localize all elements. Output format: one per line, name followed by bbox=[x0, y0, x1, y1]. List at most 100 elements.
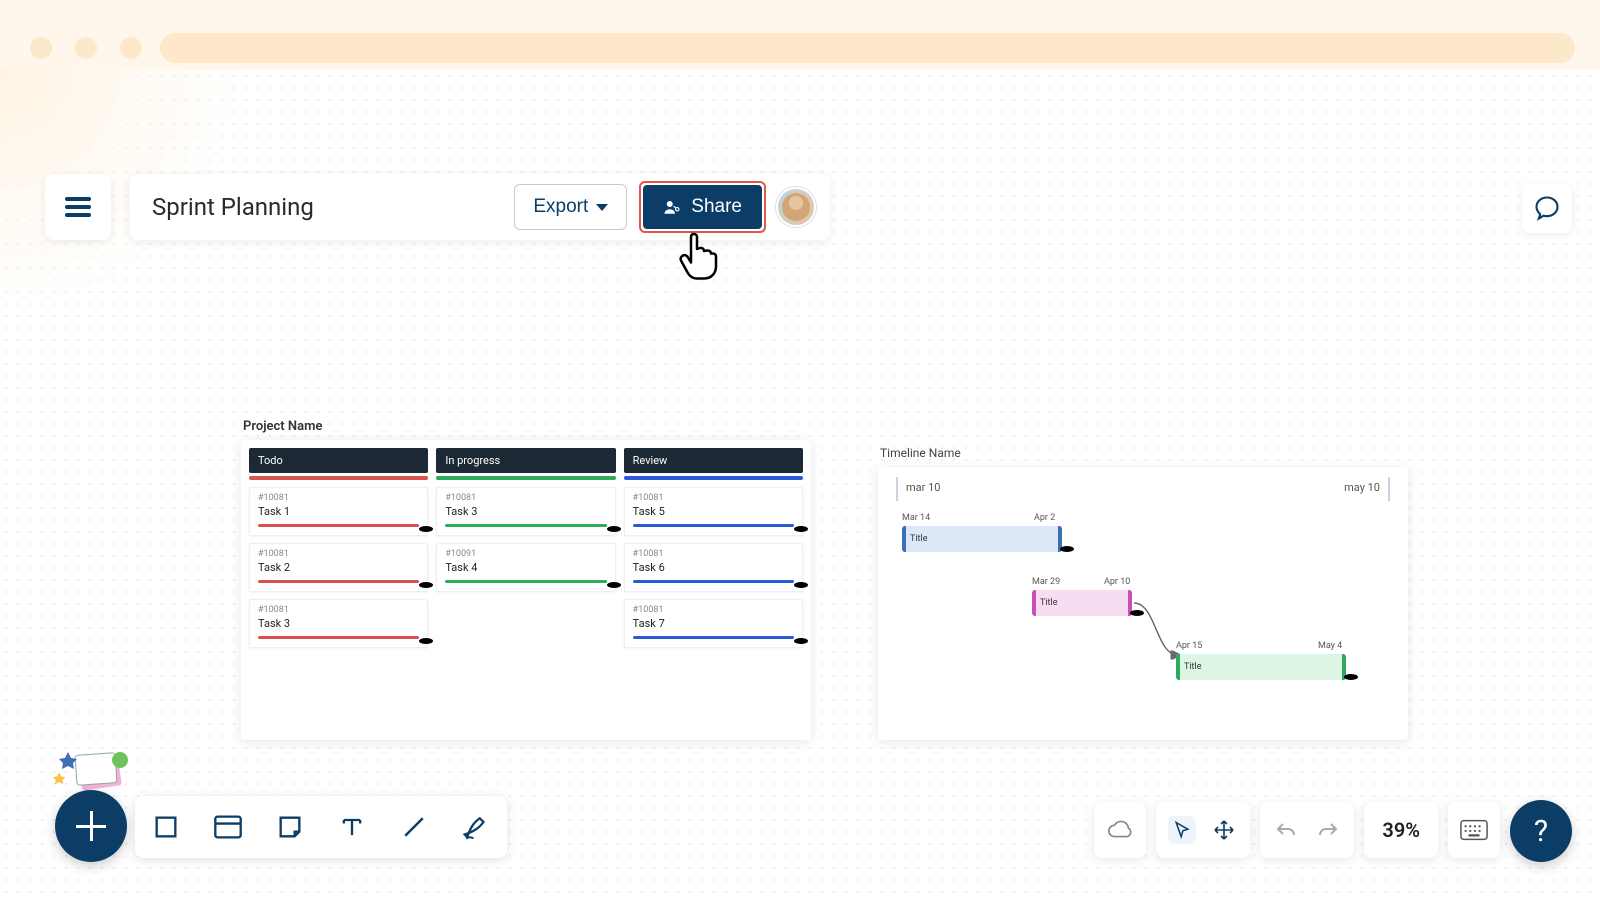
card-title: Task 5 bbox=[633, 505, 794, 518]
zoom-level[interactable]: 39% bbox=[1376, 818, 1426, 842]
timeline-axis: mar 10 may 10 bbox=[896, 477, 1390, 501]
card-tool[interactable] bbox=[211, 810, 245, 844]
database-icon bbox=[605, 581, 623, 599]
card-db-icon bbox=[605, 525, 623, 543]
document-title[interactable]: Sprint Planning bbox=[152, 193, 514, 221]
card-db-icon bbox=[792, 525, 810, 543]
kanban-project-label: Project Name bbox=[243, 419, 322, 434]
timeline-bar[interactable]: Title bbox=[1176, 654, 1346, 680]
export-button[interactable]: Export bbox=[514, 184, 627, 230]
card-title: Task 4 bbox=[445, 561, 606, 574]
pen-tool[interactable] bbox=[459, 810, 493, 844]
window-dot bbox=[120, 37, 142, 59]
card-stripe bbox=[445, 524, 606, 527]
timeline[interactable]: mar 10 may 10 Mar 14Apr 2TitleMar 29Apr … bbox=[878, 467, 1408, 740]
help-button[interactable]: ? bbox=[1510, 800, 1572, 862]
redo-icon bbox=[1316, 820, 1340, 840]
column-stripe bbox=[249, 476, 428, 480]
square-icon bbox=[152, 813, 180, 841]
text-tool[interactable] bbox=[335, 810, 369, 844]
kanban-column[interactable]: Review #10081 Task 5 #10081 Task 6 #10081Task… bbox=[624, 448, 803, 732]
axis-end-label: may 10 bbox=[1344, 481, 1380, 494]
menu-button[interactable] bbox=[45, 174, 111, 240]
hamburger-icon bbox=[65, 197, 91, 217]
card-stripe bbox=[445, 580, 606, 583]
select-tool[interactable] bbox=[1168, 816, 1196, 844]
sticky-note-tool[interactable] bbox=[273, 810, 307, 844]
browser-tab-band bbox=[0, 0, 1600, 70]
card-stripe bbox=[258, 636, 419, 639]
canvas[interactable]: Sprint Planning Export Share Project Nam… bbox=[0, 70, 1600, 900]
card-title: Task 3 bbox=[445, 505, 606, 518]
card-icon bbox=[213, 813, 243, 841]
share-person-icon bbox=[663, 198, 681, 216]
database-icon bbox=[792, 581, 810, 599]
kanban-card[interactable]: #10081 Task 5 bbox=[624, 487, 803, 536]
timeline-bar[interactable]: Title bbox=[1032, 590, 1132, 616]
card-id: #10081 bbox=[633, 549, 794, 559]
kanban-card[interactable]: #10081Task 7 bbox=[624, 599, 803, 648]
card-stripe bbox=[258, 580, 419, 583]
timeline-bar[interactable]: Title bbox=[902, 526, 1062, 552]
cloud-icon bbox=[1106, 818, 1134, 842]
card-db-icon bbox=[417, 581, 435, 599]
bar-end-date: Apr 2 bbox=[1034, 513, 1055, 523]
keyboard-shortcuts-button[interactable] bbox=[1460, 816, 1488, 844]
card-id: #10081 bbox=[633, 605, 794, 615]
bar-db-icon bbox=[1058, 545, 1076, 563]
card-title: Task 2 bbox=[258, 561, 419, 574]
window-dot bbox=[75, 37, 97, 59]
kanban-card[interactable]: #10081 Task 1 bbox=[249, 487, 428, 536]
browser-address-placeholder bbox=[160, 33, 1575, 63]
bar-db-icon bbox=[1128, 609, 1146, 627]
card-title: Task 1 bbox=[258, 505, 419, 518]
card-id: #10091 bbox=[445, 549, 606, 559]
rectangle-tool[interactable] bbox=[149, 810, 183, 844]
add-button[interactable] bbox=[55, 790, 127, 862]
kanban-column-header: Review bbox=[624, 448, 803, 473]
card-id: #10081 bbox=[258, 605, 419, 615]
card-db-icon bbox=[792, 581, 810, 599]
database-icon bbox=[605, 525, 623, 543]
share-highlight-box: Share bbox=[639, 181, 766, 233]
kanban-card[interactable]: #10081Task 3 bbox=[436, 487, 615, 536]
kanban-card[interactable]: #10081 Task 2 bbox=[249, 543, 428, 592]
undo-button[interactable] bbox=[1272, 816, 1300, 844]
kanban-card[interactable]: #10091 Task 4 bbox=[436, 543, 615, 592]
export-label: Export bbox=[533, 196, 588, 218]
card-db-icon bbox=[792, 637, 810, 655]
line-icon bbox=[399, 812, 429, 842]
header-bar: Sprint Planning Export Share bbox=[130, 174, 830, 240]
kanban-column[interactable]: Todo#10081Task 1#10081Task 2#10081Task 3 bbox=[249, 448, 428, 732]
bar-start-date: Mar 29 bbox=[1032, 577, 1060, 587]
pan-tool[interactable] bbox=[1210, 816, 1238, 844]
kanban-card[interactable]: #10081 Task 6 bbox=[624, 543, 803, 592]
card-stripe bbox=[633, 580, 794, 583]
help-label: ? bbox=[1534, 814, 1548, 849]
comments-button[interactable] bbox=[1522, 183, 1572, 233]
view-toolbar: 39% bbox=[1094, 802, 1500, 858]
kanban-board[interactable]: Todo#10081Task 1#10081Task 2#10081Task 3… bbox=[241, 440, 811, 740]
caret-down-icon bbox=[596, 204, 608, 211]
kanban-card[interactable]: #10081Task 3 bbox=[249, 599, 428, 648]
bar-start-date: Mar 14 bbox=[902, 513, 930, 523]
card-db-icon bbox=[605, 581, 623, 599]
redo-button[interactable] bbox=[1314, 816, 1342, 844]
card-id: #10081 bbox=[633, 493, 794, 503]
database-icon bbox=[792, 525, 810, 543]
database-icon bbox=[1058, 545, 1076, 563]
card-id: #10081 bbox=[258, 549, 419, 559]
bar-start-date: Apr 15 bbox=[1176, 641, 1202, 651]
card-db-icon bbox=[417, 637, 435, 655]
timeline-row: Mar 29Apr 10Title bbox=[896, 579, 1390, 631]
card-id: #10081 bbox=[258, 493, 419, 503]
line-tool[interactable] bbox=[397, 810, 431, 844]
user-avatar[interactable] bbox=[776, 187, 816, 227]
cloud-sync-button[interactable] bbox=[1106, 816, 1134, 844]
shapes-toolbar bbox=[135, 796, 507, 858]
database-icon bbox=[417, 581, 435, 599]
share-button[interactable]: Share bbox=[643, 185, 762, 229]
move-icon bbox=[1212, 818, 1236, 842]
kanban-column[interactable]: In progress#10081Task 3#10091Task 4 bbox=[436, 448, 615, 732]
card-title: Task 6 bbox=[633, 561, 794, 574]
